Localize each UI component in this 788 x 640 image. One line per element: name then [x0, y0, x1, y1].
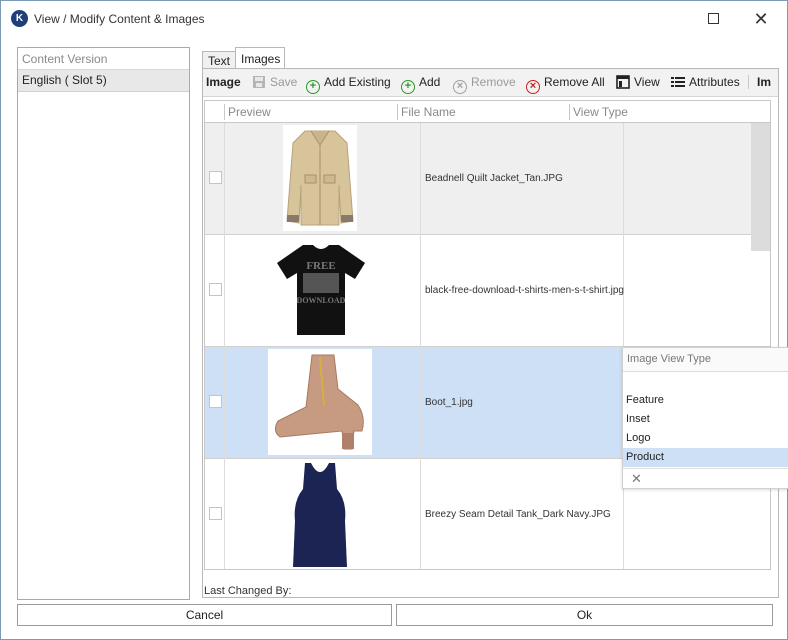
cell-separator	[224, 123, 225, 235]
add-existing-button[interactable]: + Add Existing	[306, 75, 391, 94]
tab-images[interactable]: Images	[235, 47, 285, 69]
add-icon: +	[401, 80, 415, 94]
cancel-button[interactable]: Cancel	[17, 604, 392, 626]
window-title: View / Modify Content & Images	[34, 12, 205, 26]
cell-separator	[224, 459, 225, 569]
tab-text[interactable]: Text	[202, 51, 236, 69]
cell-separator	[420, 347, 421, 459]
remove-icon: ×	[453, 80, 467, 94]
file-name-cell: black-free-download-t-shirts-men-s-t-shi…	[425, 285, 624, 296]
remove-all-icon: ×	[526, 80, 540, 94]
remove-all-button[interactable]: × Remove All	[526, 75, 605, 94]
clear-icon: ✕	[631, 471, 642, 486]
row-checkbox[interactable]	[209, 171, 222, 184]
view-type-dropdown: Image View Type Feature Inset Logo Produ…	[622, 347, 788, 489]
maximize-icon	[707, 13, 719, 24]
ok-button[interactable]: Ok	[396, 604, 773, 626]
view-type-option-logo[interactable]: Logo	[623, 429, 788, 448]
file-name-cell: Beadnell Quilt Jacket_Tan.JPG	[425, 173, 563, 184]
attributes-button[interactable]: Attributes	[671, 75, 740, 89]
column-file-name[interactable]: File Name	[401, 105, 456, 119]
cell-separator	[623, 123, 624, 235]
image-toolbar: Image Save + Add Existing + Add × Remove × R…	[203, 69, 778, 97]
file-name-cell: Breezy Seam Detail Tank_Dark Navy.JPG	[425, 509, 611, 520]
cell-separator	[224, 235, 225, 347]
add-existing-icon: +	[306, 80, 320, 94]
column-view-type[interactable]: View Type	[573, 105, 628, 119]
save-icon	[253, 76, 265, 88]
save-button[interactable]: Save	[252, 75, 297, 89]
view-icon	[616, 75, 630, 89]
column-separator	[224, 104, 225, 120]
images-panel: Image Save + Add Existing + Add × Remove × R…	[202, 68, 779, 598]
content-version-header: Content Version	[18, 48, 189, 70]
row-checkbox[interactable]	[209, 283, 222, 296]
dialog-window: K View / Modify Content & Images ✕ Conte…	[0, 0, 788, 640]
app-logo-icon: K	[11, 10, 28, 27]
view-type-option-feature[interactable]: Feature	[623, 391, 788, 410]
grid-header: Preview File Name View Type	[205, 101, 770, 123]
add-button[interactable]: + Add	[401, 75, 440, 94]
last-changed-label: Last Changed By:	[204, 585, 292, 597]
column-preview[interactable]: Preview	[228, 105, 271, 119]
add-existing-label: Add Existing	[324, 75, 391, 89]
cell-separator	[420, 235, 421, 347]
add-label: Add	[419, 75, 441, 89]
boot-thumbnail	[268, 349, 372, 455]
cell-separator	[224, 347, 225, 459]
row-checkbox[interactable]	[209, 395, 222, 408]
view-button[interactable]: View	[616, 75, 660, 89]
toolbar-title: Image	[206, 75, 241, 89]
column-separator	[397, 104, 398, 120]
view-type-option-product[interactable]: Product	[623, 448, 788, 467]
column-separator	[569, 104, 570, 120]
shirt-text-free: FREE	[306, 260, 335, 272]
save-label: Save	[270, 75, 298, 89]
grid-scrollbar[interactable]	[751, 123, 770, 251]
close-button[interactable]: ✕	[747, 9, 775, 29]
close-icon: ✕	[753, 9, 769, 29]
tank-top-thumbnail	[293, 463, 347, 567]
view-type-option-inset[interactable]: Inset	[623, 410, 788, 429]
table-row[interactable]: Beadnell Quilt Jacket_Tan.JPG	[205, 123, 770, 235]
content-version-panel: Content Version English ( Slot 5)	[17, 47, 190, 600]
view-label: View	[634, 75, 660, 89]
row-checkbox[interactable]	[209, 507, 222, 520]
images-grid: Preview File Name View Type Beadnell Qui…	[204, 100, 771, 570]
list-icon	[671, 77, 685, 87]
content-version-item[interactable]: English ( Slot 5)	[18, 70, 189, 92]
toolbar-overflow[interactable]: Im	[748, 75, 771, 89]
jacket-thumbnail	[283, 125, 357, 231]
title-bar: K View / Modify Content & Images ✕	[1, 1, 787, 37]
cell-separator	[420, 123, 421, 235]
cell-separator	[420, 459, 421, 569]
clear-selection-button[interactable]: ✕	[623, 468, 788, 488]
remove-all-label: Remove All	[544, 75, 605, 89]
attributes-label: Attributes	[689, 75, 740, 89]
shirt-text-download: DOWNLOAD	[297, 296, 346, 305]
file-name-cell: Boot_1.jpg	[425, 397, 473, 408]
tshirt-thumbnail: FREE DOWNLOAD	[277, 245, 365, 335]
remove-label: Remove	[471, 75, 516, 89]
maximize-button[interactable]	[699, 9, 727, 29]
dropdown-header: Image View Type	[623, 348, 788, 372]
remove-button[interactable]: × Remove	[453, 75, 516, 94]
table-row[interactable]: FREE DOWNLOAD black-free-download-t-shir…	[205, 235, 770, 347]
